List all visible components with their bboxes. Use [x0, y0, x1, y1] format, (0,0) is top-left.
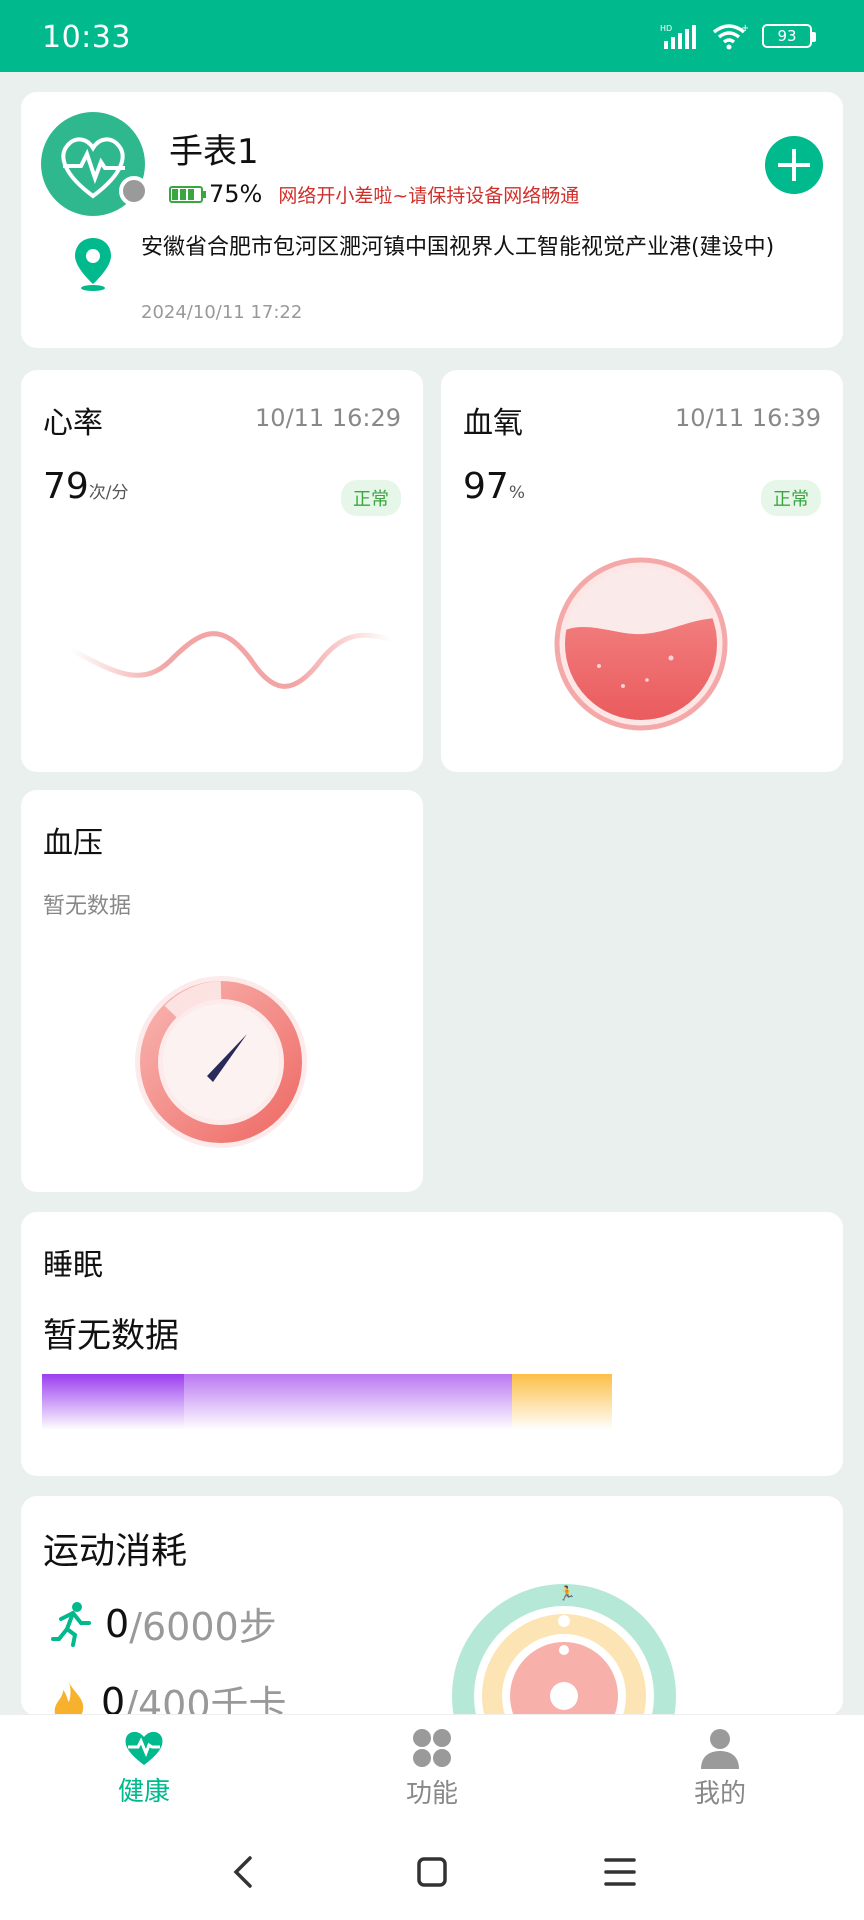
flame-icon [54, 1681, 84, 1716]
blood-pressure-card[interactable]: 血压 暂无数据 [21, 790, 423, 1192]
light-sleep-segment [184, 1374, 512, 1430]
sport-card[interactable]: 运动消耗 0/6000步 0/400千卡 🏃 [21, 1496, 843, 1716]
blood-oxygen-card[interactable]: 血氧 10/11 16:39 97% 正常 [441, 370, 843, 772]
awake-segment [512, 1374, 612, 1430]
steps-row: 0/6000步 [51, 1596, 277, 1651]
sleep-no-data: 暂无数据 [43, 1316, 179, 1356]
battery-indicator: 93 [762, 24, 816, 48]
wifi-icon: + [712, 23, 748, 50]
tab-health[interactable]: 健康 [74, 1727, 214, 1808]
battery-row: 75% 网络开小差啦~请保持设备网络畅通 [169, 180, 579, 208]
menu-icon[interactable] [600, 1852, 640, 1892]
calories-goal: /400千卡 [125, 1683, 287, 1716]
bottom-tab-bar: 健康 功能 我的 [0, 1714, 864, 1824]
home-icon[interactable] [412, 1852, 452, 1892]
tab-health-label: 健康 [117, 1777, 170, 1807]
tab-functions-label: 功能 [405, 1779, 458, 1809]
heart-rate-value: 79 [43, 466, 89, 507]
heart-rate-card[interactable]: 心率 10/11 16:29 79次/分 正常 [21, 370, 423, 772]
heart-rate-value-row: 79次/分 [43, 466, 129, 507]
device-address: 安徽省合肥市包河区淝河镇中国视界人工智能视觉产业港(建设中) [141, 235, 775, 260]
status-icons: HD + 93 [660, 22, 816, 50]
blood-oxygen-value: 97 [463, 466, 509, 507]
online-status-dot [119, 176, 149, 206]
heart-rate-time: 10/11 16:29 [255, 404, 401, 432]
gauge-graphic [135, 976, 307, 1148]
blood-oxygen-status-badge: 正常 [761, 480, 821, 516]
sport-title: 运动消耗 [43, 1531, 188, 1572]
heart-rate-title: 心率 [43, 406, 103, 441]
device-card[interactable]: 手表1 75% 网络开小差啦~请保持设备网络畅通 安徽省合肥市包河区淝河镇中国视… [21, 92, 843, 348]
svg-text:🏃: 🏃 [558, 1585, 575, 1602]
person-icon [701, 1729, 739, 1769]
blood-oxygen-time: 10/11 16:39 [675, 404, 821, 432]
running-icon [51, 1601, 91, 1647]
network-warning: 网络开小差啦~请保持设备网络畅通 [278, 184, 580, 207]
blood-oxygen-value-row: 97% [463, 466, 525, 507]
blood-pressure-title: 血压 [43, 826, 103, 861]
activity-rings: 🏃 [452, 1584, 676, 1716]
svg-text:+: + [741, 23, 748, 34]
battery-level: 93 [777, 27, 797, 45]
tab-mine-label: 我的 [693, 1779, 746, 1809]
system-nav-bar [0, 1824, 864, 1920]
device-name: 手表1 [169, 132, 259, 172]
oxygen-flask-graphic [554, 557, 728, 731]
blood-oxygen-unit: % [508, 483, 525, 503]
sleep-stage-bar [42, 1374, 612, 1430]
status-time: 10:33 [42, 20, 131, 55]
steps-value: 0 [105, 1601, 130, 1646]
blood-pressure-no-data: 暂无数据 [43, 894, 132, 919]
heart-pulse-icon [125, 1731, 163, 1765]
status-bar: 10:33 HD + 93 [0, 0, 864, 72]
plus-icon [778, 149, 810, 181]
tab-mine[interactable]: 我的 [650, 1727, 790, 1810]
heart-rate-wave [69, 631, 391, 689]
sleep-card[interactable]: 睡眠 暂无数据 [21, 1212, 843, 1476]
calories-value: 0 [101, 1679, 126, 1717]
tab-functions[interactable]: 功能 [362, 1727, 502, 1810]
address-time: 2024/10/11 17:22 [141, 302, 303, 323]
heart-rate-status-badge: 正常 [341, 480, 401, 516]
deep-sleep-segment [42, 1374, 184, 1430]
battery-icon [169, 185, 206, 203]
location-pin-icon [75, 238, 111, 291]
blood-oxygen-title: 血氧 [463, 406, 523, 441]
heart-rate-unit: 次/分 [88, 483, 129, 503]
add-device-button[interactable] [765, 136, 823, 194]
device-battery: 75% [209, 180, 263, 208]
back-icon[interactable] [224, 1852, 264, 1892]
device-avatar[interactable] [41, 112, 149, 216]
calories-row: 0/400千卡 [51, 1674, 287, 1716]
steps-goal: /6000步 [129, 1605, 277, 1649]
svg-text:HD: HD [660, 24, 672, 33]
signal-icon: HD [660, 24, 696, 49]
grid-icon [413, 1729, 451, 1767]
sleep-title: 睡眠 [43, 1248, 103, 1283]
